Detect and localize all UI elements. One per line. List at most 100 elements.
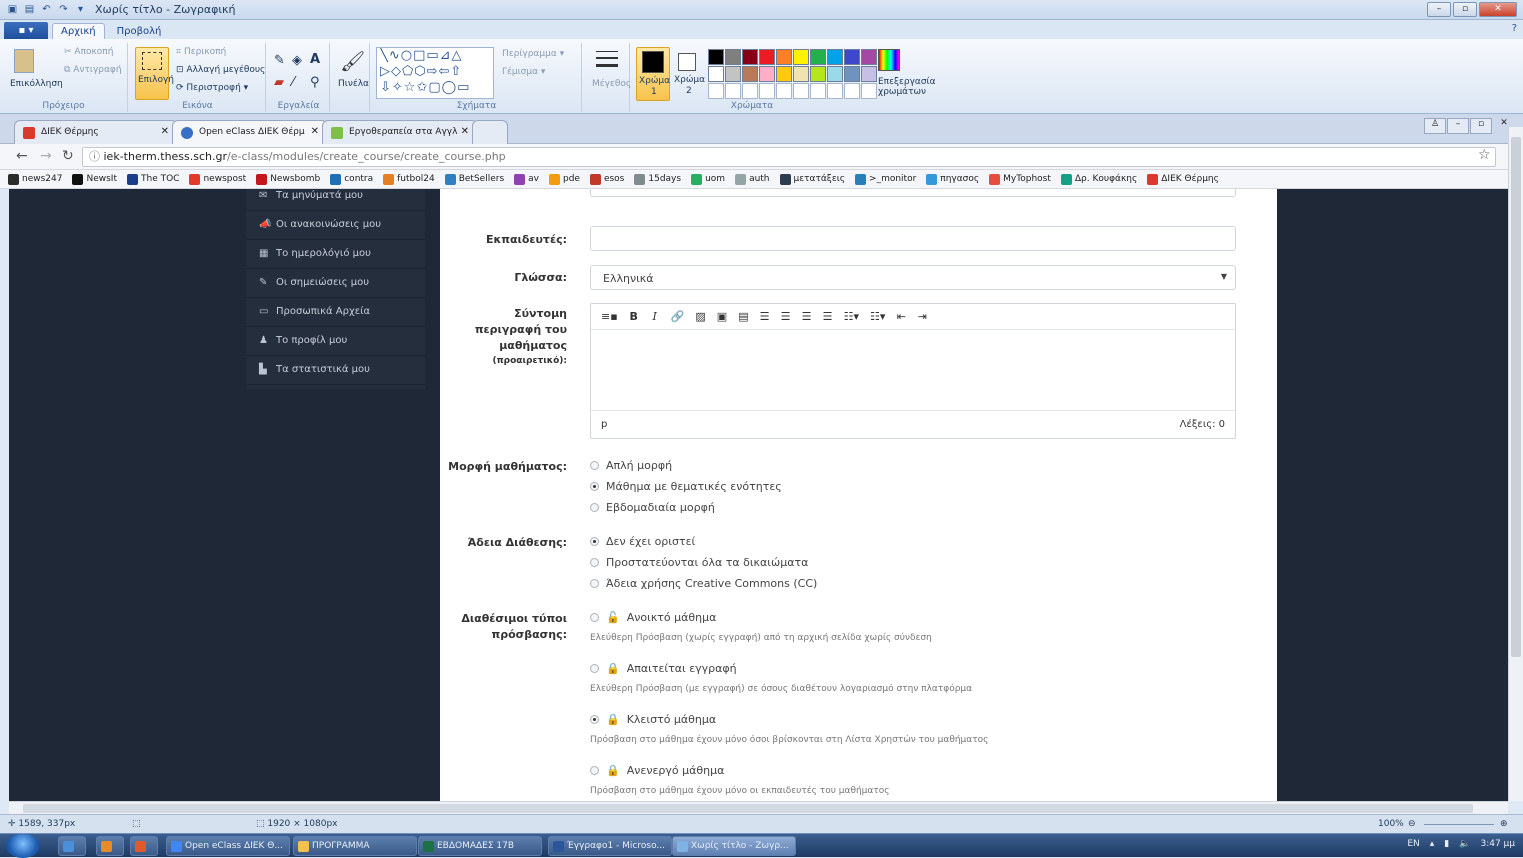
bookmark-item[interactable]: Δρ. Κουφάκης: [1060, 173, 1137, 185]
copy-button[interactable]: ⧉ Αντιγραφή: [64, 65, 122, 75]
close-tab-icon[interactable]: ✕: [161, 126, 169, 137]
crop-button[interactable]: ⌗ Περικοπή: [176, 47, 226, 57]
format-option[interactable]: Μάθημα με θεματικές ενότητες: [590, 480, 782, 493]
bookmark-item[interactable]: The TOC: [127, 173, 179, 185]
browser-tab-diek[interactable]: ΔΙΕΚ Θέρμης ✕: [14, 120, 178, 144]
sidebar-item[interactable]: ▭ Προσωπικά Αρχεία: [246, 298, 425, 327]
palette-swatch[interactable]: [759, 66, 775, 82]
bookmark-item[interactable]: ΔΙΕΚ Θέρμης: [1147, 173, 1219, 185]
radio-button[interactable]: [590, 461, 599, 470]
access-option[interactable]: 🔓 Ανοικτό μάθημα: [590, 611, 716, 624]
custom-color-slot[interactable]: [793, 83, 809, 99]
clock[interactable]: 3:47 μμ: [1480, 839, 1515, 849]
customize-quick-access-icon[interactable]: ▾: [74, 3, 87, 16]
link-icon[interactable]: 🔗: [671, 310, 685, 323]
sidebar-item[interactable]: 📣 Οι ανακοινώσεις μου: [246, 211, 425, 240]
browser-tab-eclass[interactable]: Open eClass ΔΙΕΚ Θέρμ ✕: [172, 120, 328, 144]
palette-swatch[interactable]: [827, 49, 843, 65]
info-icon[interactable]: ⓘ: [89, 150, 100, 163]
taskbar-button[interactable]: [130, 836, 158, 856]
rich-text-editor[interactable]: ≡▪ B I 🔗 ▨ ▣ ▤ ☰ ☰ ☰ ☰ ☷▾ ☷▾ ⇤ ⇥ p Λέξει…: [590, 303, 1236, 439]
access-option[interactable]: 🔒 Κλειστό μάθημα: [590, 713, 716, 726]
radio-button[interactable]: [590, 715, 599, 724]
zoom-out-icon[interactable]: ⊖: [1408, 819, 1416, 829]
outdent-icon[interactable]: ⇤: [896, 310, 906, 323]
bookmark-item[interactable]: πηγασος: [926, 173, 979, 185]
italic-icon[interactable]: I: [650, 310, 660, 323]
document-icon[interactable]: ▤: [738, 310, 748, 323]
paste-button[interactable]: Επικόλληση: [10, 79, 63, 89]
radio-button[interactable]: [590, 766, 599, 775]
edit-colors-button[interactable]: Επεξεργασία χρωμάτων: [878, 77, 938, 97]
radio-button[interactable]: [590, 664, 599, 673]
sidebar-item[interactable]: ▙ Τα στατιστικά μου: [246, 356, 425, 385]
bookmark-item[interactable]: av: [514, 173, 539, 185]
bookmark-item[interactable]: 15days: [634, 173, 681, 185]
size-button[interactable]: Μέγεθος: [592, 79, 631, 89]
eraser-icon[interactable]: ▰: [274, 75, 284, 90]
text-icon[interactable]: A: [310, 52, 320, 67]
fill-button[interactable]: Γέμισμα ▾: [502, 67, 545, 77]
bookmark-item[interactable]: pde: [548, 173, 580, 185]
palette-swatch[interactable]: [793, 49, 809, 65]
bookmark-item[interactable]: news247: [8, 173, 62, 185]
bookmark-item[interactable]: μετατάξεις: [779, 173, 845, 185]
taskbar-button[interactable]: ΠΡΟΓΡΑΜΜΑ: [293, 836, 417, 856]
taskbar-button[interactable]: [96, 836, 124, 856]
media-icon[interactable]: ▣: [717, 310, 727, 323]
bookmark-item[interactable]: contra: [330, 173, 373, 185]
tab-home[interactable]: Αρχική: [52, 23, 105, 39]
indent-icon[interactable]: ⇥: [917, 310, 927, 323]
close-tab-icon[interactable]: ✕: [311, 126, 319, 137]
palette-swatch[interactable]: [742, 66, 758, 82]
paste-icon[interactable]: [14, 49, 34, 73]
palette-swatch[interactable]: [725, 49, 741, 65]
bold-icon[interactable]: B: [629, 310, 639, 323]
outline-button[interactable]: Περίγραμμα ▾: [502, 49, 564, 59]
zoom-in-icon[interactable]: ⊕: [1500, 819, 1508, 829]
rotate-button[interactable]: ⟳ Περιστροφή ▾: [176, 83, 248, 93]
redo-icon[interactable]: ↷: [57, 3, 70, 16]
license-option[interactable]: Προστατεύονται όλα τα δικαιώματα: [590, 556, 808, 569]
custom-color-slot[interactable]: [742, 83, 758, 99]
align-center-icon[interactable]: ☰: [781, 310, 791, 323]
bookmark-item[interactable]: BetSellers: [444, 173, 504, 185]
sidebar-item[interactable]: ♟ Το προφίλ μου: [246, 327, 425, 356]
previous-field-input[interactable]: [590, 189, 1236, 197]
radio-button[interactable]: [590, 613, 599, 622]
align-left-icon[interactable]: ☰: [760, 310, 770, 323]
save-icon[interactable]: ▤: [23, 3, 36, 16]
palette-swatch[interactable]: [759, 49, 775, 65]
radio-button[interactable]: [590, 503, 599, 512]
maximize-button[interactable]: ▫: [1453, 2, 1477, 17]
license-option[interactable]: Άδεια χρήσης Creative Commons (CC): [590, 577, 817, 590]
radio-button[interactable]: [590, 558, 599, 567]
radio-button[interactable]: [590, 579, 599, 588]
numbered-list-icon[interactable]: ☷▾: [870, 310, 885, 323]
bookmark-item[interactable]: MyTophost: [989, 173, 1051, 185]
close-tab-icon[interactable]: ✕: [461, 126, 469, 137]
language-indicator[interactable]: EN: [1407, 839, 1419, 849]
paint-menu-icon[interactable]: ▣: [6, 3, 19, 16]
sidebar-item[interactable]: ✉ Τα μηνύματά μου: [246, 189, 425, 211]
bookmark-item[interactable]: Newsbomb: [256, 173, 320, 185]
language-select[interactable]: Ελληνικά ▼: [590, 265, 1236, 290]
access-option[interactable]: 🔒 Ανενεργό μάθημα: [590, 764, 724, 777]
access-option[interactable]: 🔒 Απαιτείται εγγραφή: [590, 662, 737, 675]
scrollbar-thumb[interactable]: [23, 804, 1473, 813]
zoom-slider[interactable]: [1424, 824, 1494, 825]
bookmark-item[interactable]: uom: [691, 173, 725, 185]
palette-swatch[interactable]: [844, 49, 860, 65]
reload-icon[interactable]: ↻: [62, 148, 74, 164]
palette-swatch[interactable]: [793, 66, 809, 82]
palette-swatch[interactable]: [725, 66, 741, 82]
sidebar-item[interactable]: ✎ Οι σημειώσεις μου: [246, 269, 425, 298]
browser-tab-ergotherapeia[interactable]: Εργοθεραπεία στα Αγγλ ✕: [322, 120, 478, 144]
help-icon[interactable]: ?: [1512, 23, 1517, 34]
sidebar-item[interactable]: ▦ Το ημερολόγιό μου: [246, 240, 425, 269]
custom-color-slot[interactable]: [827, 83, 843, 99]
color2-button[interactable]: Χρώμα 2: [672, 47, 706, 101]
palette-swatch[interactable]: [827, 66, 843, 82]
profile-icon[interactable]: ♙: [1424, 118, 1446, 134]
forward-icon[interactable]: →: [40, 148, 52, 164]
